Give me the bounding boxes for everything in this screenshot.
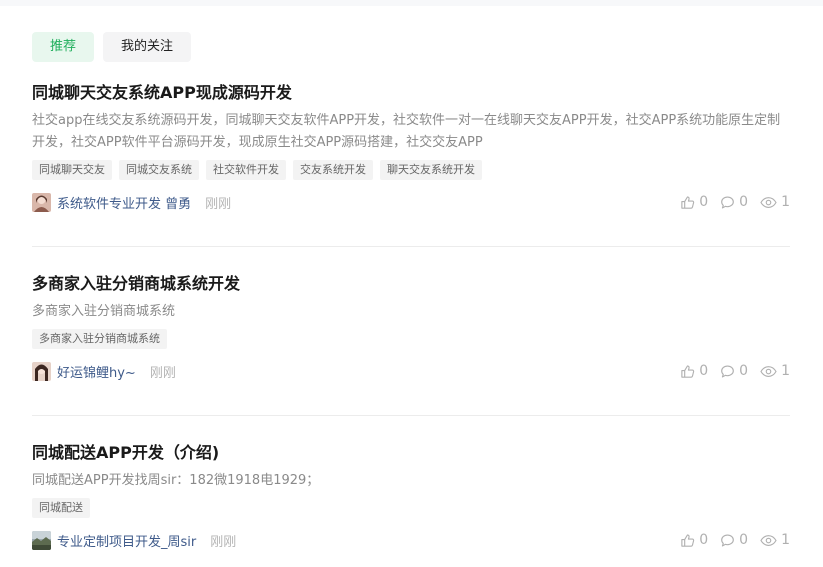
- thumbs-up-icon: [681, 195, 695, 209]
- post-tag[interactable]: 聊天交友系统开发: [380, 160, 482, 180]
- post-tags: 多商家入驻分销商城系统: [32, 329, 790, 349]
- like-button[interactable]: 0: [680, 363, 708, 379]
- avatar[interactable]: [32, 530, 51, 550]
- post-meta: 系统软件专业开发 曾勇 刚刚 0 0 1: [32, 190, 790, 214]
- post-tag[interactable]: 多商家入驻分销商城系统: [32, 329, 167, 349]
- view-count-indicator: 1: [760, 363, 790, 379]
- post-summary[interactable]: 同城配送APP开发找周sir：182微1918电1929；: [32, 470, 790, 492]
- comment-button[interactable]: 0: [720, 363, 748, 379]
- view-count: 1: [781, 363, 790, 379]
- comment-button[interactable]: 0: [720, 194, 748, 210]
- post-tags: 同城聊天交友 同城交友系统 社交软件开发 交友系统开发 聊天交友系统开发: [32, 160, 790, 180]
- like-button[interactable]: 0: [680, 532, 708, 548]
- post-stats: 0 0 1: [680, 190, 790, 214]
- post-title[interactable]: 多商家入驻分销商城系统开发: [32, 273, 790, 295]
- view-count-indicator: 1: [760, 194, 790, 210]
- eye-icon: [760, 196, 777, 208]
- post-divider: [32, 246, 790, 247]
- comment-icon: [721, 534, 735, 546]
- like-button[interactable]: 0: [680, 194, 708, 210]
- comment-icon: [721, 196, 735, 208]
- post-divider: [32, 415, 790, 416]
- post-time: 刚刚: [205, 196, 232, 212]
- like-count: 0: [699, 532, 709, 548]
- like-count: 0: [699, 194, 709, 210]
- avatar[interactable]: [32, 192, 51, 212]
- post-summary[interactable]: 社交app在线交友系统源码开发，同城聊天交友软件APP开发，社交软件一对一在线聊…: [32, 110, 790, 154]
- author-name[interactable]: 专业定制项目开发_周sir: [57, 531, 196, 550]
- comment-count: 0: [739, 363, 749, 379]
- post-title[interactable]: 同城聊天交友系统APP现成源码开发: [32, 82, 790, 104]
- post-tag[interactable]: 交友系统开发: [293, 160, 373, 180]
- post-tags: 同城配送: [32, 498, 790, 518]
- view-count: 1: [781, 194, 790, 210]
- feed-post: 同城聊天交友系统APP现成源码开发 社交app在线交友系统源码开发，同城聊天交友…: [32, 82, 790, 214]
- feed-post: 多商家入驻分销商城系统开发 多商家入驻分销商城系统 多商家入驻分销商城系统 好运…: [32, 273, 790, 383]
- post-tag[interactable]: 同城聊天交友: [32, 160, 112, 180]
- thumbs-up-icon: [681, 364, 695, 378]
- author-name[interactable]: 好运锦鲤hy~: [57, 362, 136, 381]
- comment-count: 0: [739, 532, 749, 548]
- post-meta: 专业定制项目开发_周sir 刚刚 0 0 1: [32, 528, 790, 552]
- thumbs-up-icon: [681, 533, 695, 547]
- post-tag[interactable]: 同城配送: [32, 498, 90, 518]
- feed-tabs: 推荐 我的关注: [32, 32, 192, 62]
- comment-icon: [721, 365, 735, 377]
- post-time: 刚刚: [210, 534, 237, 550]
- post-summary[interactable]: 多商家入驻分销商城系统: [32, 301, 790, 323]
- post-stats: 0 0 1: [680, 528, 790, 552]
- feed-card: 推荐 我的关注 同城聊天交友系统APP现成源码开发 社交app在线交友系统源码开…: [0, 6, 823, 567]
- view-count-indicator: 1: [760, 532, 790, 548]
- tab-recommended[interactable]: 推荐: [32, 32, 95, 62]
- like-count: 0: [699, 363, 709, 379]
- comment-button[interactable]: 0: [720, 532, 748, 548]
- tab-following[interactable]: 我的关注: [103, 32, 192, 62]
- eye-icon: [760, 365, 777, 377]
- post-tag[interactable]: 社交软件开发: [206, 160, 286, 180]
- feed-post: 同城配送APP开发（介绍) 同城配送APP开发找周sir：182微1918电19…: [32, 442, 790, 552]
- post-meta: 好运锦鲤hy~ 刚刚 0 0 1: [32, 359, 790, 383]
- view-count: 1: [781, 532, 790, 548]
- post-time: 刚刚: [149, 365, 176, 381]
- post-title[interactable]: 同城配送APP开发（介绍): [32, 442, 790, 464]
- eye-icon: [760, 534, 777, 546]
- avatar[interactable]: [32, 361, 51, 381]
- post-stats: 0 0 1: [680, 359, 790, 383]
- post-tag[interactable]: 同城交友系统: [119, 160, 199, 180]
- comment-count: 0: [739, 194, 749, 210]
- author-name[interactable]: 系统软件专业开发 曾勇: [57, 193, 191, 212]
